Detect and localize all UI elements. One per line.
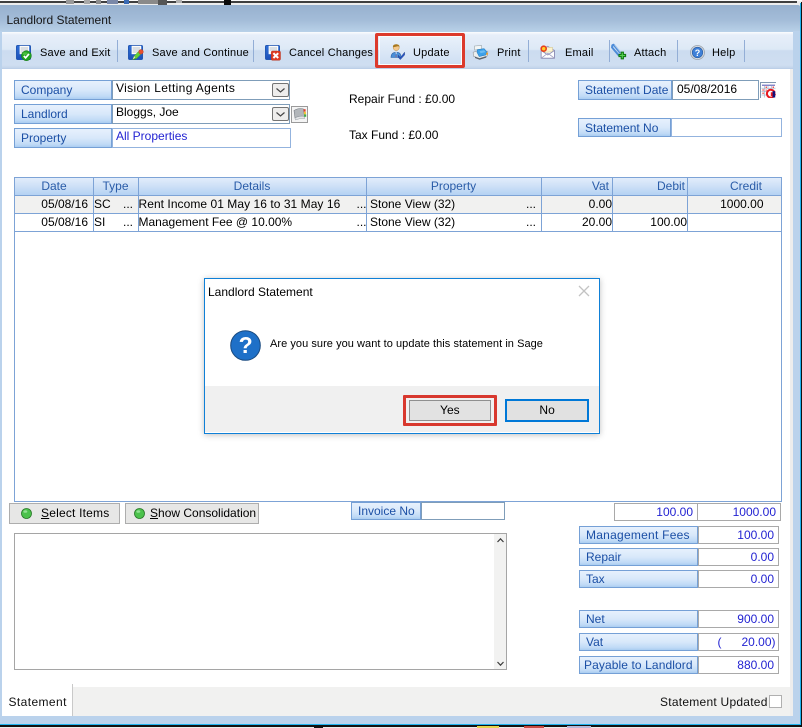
svg-text:?: ?	[695, 48, 701, 58]
svg-text:?: ?	[239, 332, 253, 358]
